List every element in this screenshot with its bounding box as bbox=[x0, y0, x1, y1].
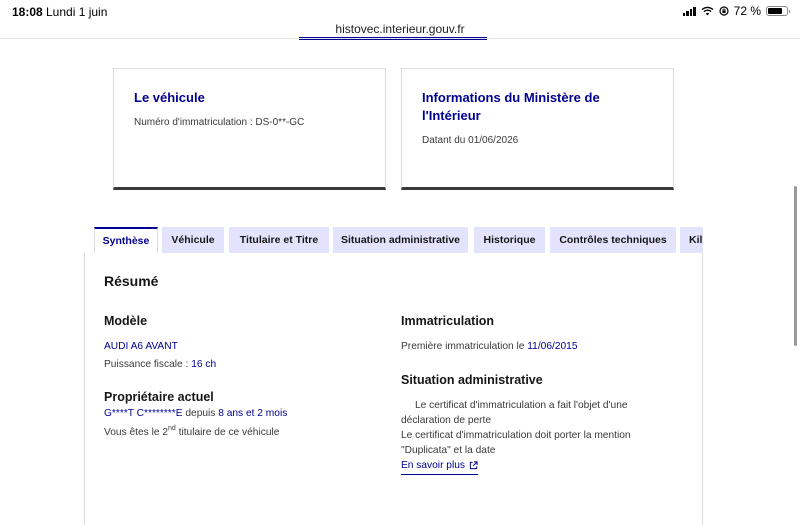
ministry-info-card: Informations du Ministère de l'Intérieur… bbox=[401, 68, 674, 190]
owner-rank-ordinal: nd bbox=[168, 425, 176, 432]
learn-more-label: En savoir plus bbox=[401, 460, 465, 471]
owner-rank: Vous êtes le 2nd titulaire de ce véhicul… bbox=[104, 421, 279, 440]
owner-since-label: depuis bbox=[182, 408, 219, 419]
summary-heading: Résumé bbox=[104, 273, 159, 289]
vehicle-card: Le véhicule Numéro d'immatriculation : D… bbox=[113, 68, 386, 190]
fiscal-power-label: Puissance fiscale : bbox=[104, 359, 192, 370]
ministry-info-card-title: Informations du Ministère de l'Intérieur bbox=[422, 90, 600, 123]
learn-more-container: En savoir plus bbox=[401, 458, 478, 475]
owner-rank-suffix: titulaire de ce véhicule bbox=[175, 427, 280, 438]
first-registration-label: Première immatriculation le bbox=[401, 341, 528, 352]
ministry-info-card-date: Datant du 01/06/2026 bbox=[422, 135, 519, 146]
status-date: Lundi 1 juin bbox=[46, 5, 108, 19]
fiscal-power: Puissance fiscale : 16 ch bbox=[104, 357, 216, 372]
tab-titulaire-titre[interactable]: Titulaire et Titre bbox=[229, 227, 329, 253]
url-text[interactable]: histovec.interieur.gouv.fr bbox=[335, 22, 464, 36]
tab-panel-synthese bbox=[84, 253, 703, 525]
orientation-lock-icon bbox=[719, 6, 729, 16]
address-bar-divider bbox=[0, 38, 800, 39]
battery-percentage: 72 % bbox=[733, 4, 761, 18]
registration-heading: Immatriculation bbox=[401, 314, 495, 328]
fiscal-power-value: 16 ch bbox=[191, 359, 217, 370]
tab-vehicule[interactable]: Véhicule bbox=[162, 227, 224, 253]
loss-declaration-text: Le certificat d'immatriculation a fait l… bbox=[401, 400, 628, 426]
first-registration-date: 11/06/2015 bbox=[527, 341, 578, 352]
status-time: 18:08 bbox=[12, 5, 43, 19]
address-bar[interactable]: histovec.interieur.gouv.fr bbox=[0, 22, 800, 40]
tab-kilometrage[interactable]: Kil bbox=[680, 227, 703, 253]
administrative-status-heading: Situation administrative bbox=[401, 373, 543, 387]
vehicle-card-title: Le véhicule bbox=[134, 90, 205, 105]
tab-historique[interactable]: Historique bbox=[474, 227, 545, 253]
cellular-signal-icon bbox=[682, 6, 696, 16]
vehicle-card-plate: Numéro d'immatriculation : DS-0**-GC bbox=[134, 117, 305, 128]
learn-more-link[interactable]: En savoir plus bbox=[401, 458, 478, 475]
owner-rank-prefix: Vous êtes le 2 bbox=[104, 427, 168, 438]
page-scrollbar[interactable] bbox=[794, 186, 797, 346]
tab-controles-techniques[interactable]: Contrôles techniques bbox=[550, 227, 676, 253]
tab-list: Synthèse Véhicule Titulaire et Titre Sit… bbox=[94, 227, 703, 253]
owner-since-value: 8 ans et 2 mois bbox=[218, 408, 288, 419]
battery-icon bbox=[766, 6, 790, 16]
tab-synthese[interactable]: Synthèse bbox=[94, 227, 158, 253]
external-link-icon bbox=[469, 461, 478, 470]
first-registration: Première immatriculation le 11/06/2015 bbox=[401, 339, 577, 354]
tab-situation-administrative[interactable]: Situation administrative bbox=[333, 227, 468, 253]
status-bar: 18:08 Lundi 1 juin 72 % bbox=[0, 0, 800, 22]
duplicata-text: Le certificat d'immatriculation doit por… bbox=[401, 430, 631, 456]
wifi-icon bbox=[701, 6, 714, 16]
current-owner-heading: Propriétaire actuel bbox=[104, 390, 214, 404]
model-heading: Modèle bbox=[104, 314, 148, 328]
model-name: AUDI A6 AVANT bbox=[104, 341, 178, 352]
owner-line: G****T C********E depuis 8 ans et 2 mois bbox=[104, 406, 287, 421]
status-indicators: 72 % bbox=[682, 4, 790, 18]
owner-name: G****T C********E bbox=[104, 408, 183, 419]
